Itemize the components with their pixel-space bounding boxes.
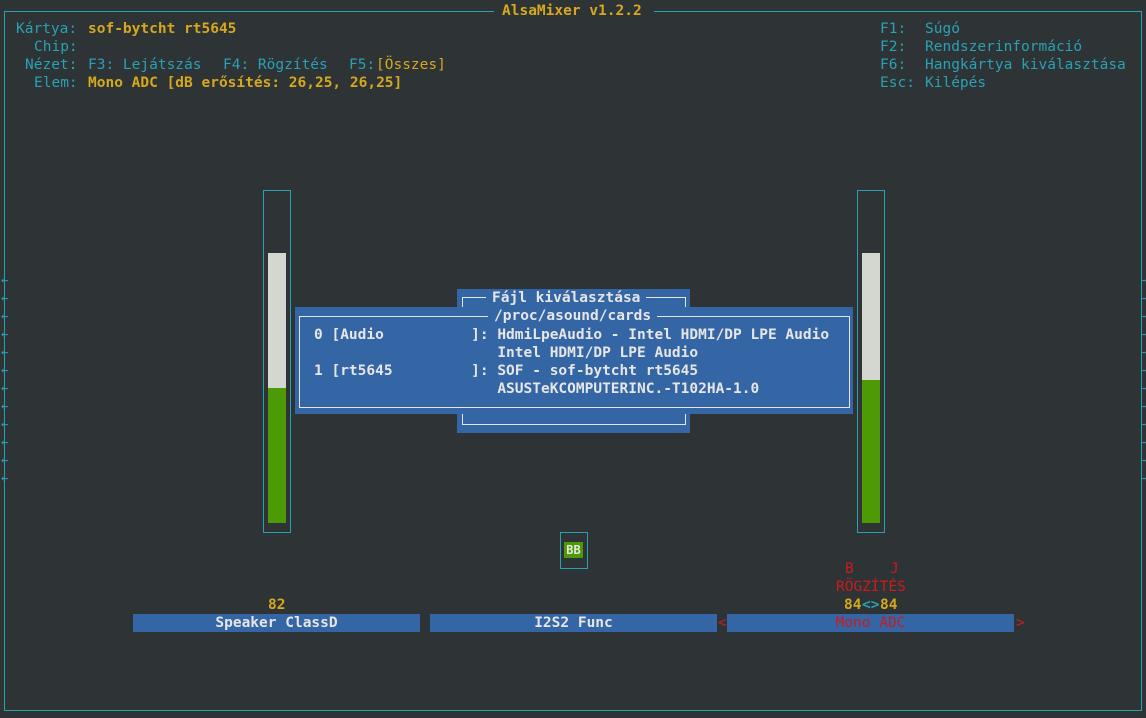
- view-f5-key[interactable]: F5:: [349, 56, 375, 74]
- help-f1-key[interactable]: F1:: [880, 20, 906, 38]
- element-value: Mono ADC [dB erősítés: 26,25, 26,25]: [88, 75, 403, 91]
- scroll-right-arrow-icon[interactable]: →: [1141, 271, 1146, 289]
- scroll-left-arrow-icon[interactable]: ←: [1, 325, 8, 343]
- frame-bottom: [4, 710, 1142, 711]
- help-f2-key[interactable]: F2:: [880, 38, 906, 56]
- mono-adc-volume-empty: [862, 253, 880, 380]
- scroll-left-arrow-icon[interactable]: ←: [1, 289, 8, 307]
- scroll-right-arrow-icon[interactable]: →: [1141, 397, 1146, 415]
- element-label: Elem:: [34, 75, 78, 91]
- scroll-left-arrow-icon[interactable]: ←: [1, 271, 8, 289]
- dialog-row-0[interactable]: 0 [Audio ]: HdmiLpeAudio - Intel HDMI/DP…: [314, 326, 829, 344]
- speaker-classd-volume-level: [268, 388, 286, 523]
- capture-label[interactable]: RÖGZÍTÉS: [836, 578, 906, 596]
- scroll-right-arrow-icon[interactable]: →: [1141, 469, 1146, 487]
- scroll-right-arrow-icon[interactable]: →: [1141, 379, 1146, 397]
- scroll-right-arrow-icon[interactable]: →: [1141, 343, 1146, 361]
- view-f4-capture[interactable]: F4: Rögzítés: [223, 56, 328, 74]
- channel-mono-adc[interactable]: Mono ADC: [727, 614, 1014, 632]
- view-f5-all[interactable]: [Összes]: [376, 56, 446, 74]
- capture-left-flag: B: [845, 561, 854, 577]
- scroll-left-arrow-icon[interactable]: ←: [1, 307, 8, 325]
- help-f1-label: Súgó: [925, 21, 960, 37]
- scroll-right-arrow-icon[interactable]: →: [1141, 307, 1146, 325]
- selected-left-marker: <: [718, 615, 727, 631]
- card-value: sof-bytcht rt5645: [88, 21, 237, 37]
- card-label: Kártya:: [16, 21, 78, 37]
- selected-right-marker: >: [1016, 615, 1025, 631]
- view-label: Nézet:: [25, 57, 78, 73]
- scroll-right-arrow-icon[interactable]: →: [1141, 433, 1146, 451]
- mono-adc-right-value: 84: [880, 597, 898, 613]
- scroll-left-arrow-icon[interactable]: ←: [1, 343, 8, 361]
- scroll-right-arrow-icon[interactable]: →: [1141, 325, 1146, 343]
- scroll-left-arrow-icon[interactable]: ←: [1, 361, 8, 379]
- frame-top-right: [654, 11, 1142, 12]
- dialog-row-0-detail: Intel HDMI/DP LPE Audio: [314, 345, 699, 361]
- scroll-right-arrow-icon[interactable]: →: [1141, 415, 1146, 433]
- dialog-row-1-detail: ASUSTeKCOMPUTERINC.-T102HA-1.0: [314, 381, 760, 397]
- frame-top-left: [4, 11, 494, 12]
- scroll-left-arrow-icon[interactable]: ←: [1, 451, 8, 469]
- dialog-title: Fájl kiválasztása: [486, 289, 647, 307]
- channel-i2s2-func[interactable]: I2S2 Func: [430, 614, 717, 632]
- mono-adc-left-value: 84: [844, 597, 862, 613]
- capture-right-flag: J: [890, 561, 899, 577]
- mono-adc-value-separator: <>: [862, 597, 880, 613]
- help-esc-label: Kilépés: [925, 75, 987, 91]
- scroll-left-arrow-icon[interactable]: ←: [1, 433, 8, 451]
- scroll-left-arrow-icon[interactable]: ←: [1, 379, 8, 397]
- scroll-right-arrow-icon[interactable]: →: [1141, 289, 1146, 307]
- help-esc-key[interactable]: Esc:: [880, 74, 915, 92]
- i2s2-switch-label: BB: [564, 542, 583, 558]
- mono-adc-volume-level: [862, 380, 880, 523]
- channel-speaker-classd[interactable]: Speaker ClassD: [133, 614, 420, 632]
- scroll-left-arrows[interactable]: ← ← ← ← ← ← ← ← ← ← ← ←: [1, 271, 8, 487]
- dialog-path: /proc/asound/cards: [488, 307, 658, 325]
- help-f6-label: Hangkártya kiválasztása: [925, 57, 1126, 73]
- scroll-left-arrow-icon[interactable]: ←: [1, 397, 8, 415]
- scroll-left-arrow-icon[interactable]: ←: [1, 415, 8, 433]
- help-f2-label: Rendszerinformáció: [925, 39, 1083, 55]
- help-f6-key[interactable]: F6:: [880, 56, 906, 74]
- scroll-right-arrows[interactable]: → → → → → → → → → → → →: [1141, 271, 1146, 487]
- chip-label: Chip:: [34, 39, 78, 55]
- scroll-left-arrow-icon[interactable]: ←: [1, 469, 8, 487]
- speaker-classd-volume-empty: [268, 253, 286, 388]
- scroll-right-arrow-icon[interactable]: →: [1141, 361, 1146, 379]
- dialog-row-1[interactable]: 1 [rt5645 ]: SOF - sof-bytcht rt5645: [314, 362, 698, 380]
- speaker-classd-value: 82: [268, 597, 286, 613]
- scroll-right-arrow-icon[interactable]: →: [1141, 451, 1146, 469]
- view-f3-playback[interactable]: F3: Lejátszás: [88, 56, 202, 74]
- window-title: AlsaMixer v1.2.2: [502, 3, 642, 19]
